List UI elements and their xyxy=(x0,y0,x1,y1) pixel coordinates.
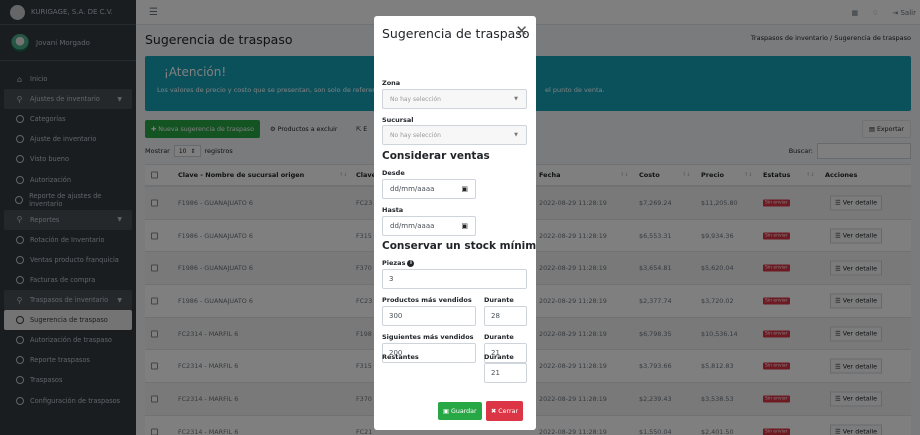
cancel-button[interactable]: ✖ Cerrar xyxy=(486,401,524,421)
caret-down-icon: ▼ xyxy=(514,96,518,102)
hasta-date-input[interactable]: dd/mm/aaaa ▣ xyxy=(382,216,476,236)
modal-title: Sugerencia de traspaso xyxy=(382,26,530,41)
hasta-label: Hasta xyxy=(382,206,404,214)
calendar-icon[interactable]: ▣ xyxy=(461,222,468,230)
hasta-placeholder: dd/mm/aaaa xyxy=(390,222,435,230)
zona-select[interactable]: No hay selección ▼ xyxy=(382,89,527,109)
cancel-label: Cerrar xyxy=(498,407,519,415)
durante-label: Durante xyxy=(484,333,514,341)
piezas-label-text: Piezas xyxy=(382,259,406,267)
durante-value-1: 28 xyxy=(491,312,500,320)
save-label: Guardar xyxy=(450,407,477,415)
save-icon: ▣ xyxy=(443,407,449,415)
close-icon[interactable]: ✕ xyxy=(515,22,528,40)
desde-label: Desde xyxy=(382,169,405,177)
durante-value-3: 21 xyxy=(491,369,500,377)
next-sellers-label: Siguientes más vendidos xyxy=(382,333,474,341)
caret-down-icon: ▼ xyxy=(514,132,518,138)
sucursal-select[interactable]: No hay selección ▼ xyxy=(382,125,527,145)
close-icon: ✖ xyxy=(491,407,497,415)
remaining-label: Restantes xyxy=(382,353,419,361)
calendar-icon[interactable]: ▣ xyxy=(461,185,468,193)
zona-label: Zona xyxy=(382,79,401,87)
top-sellers-label: Productos más vendidos xyxy=(382,296,472,304)
durante-input-3[interactable]: 21 xyxy=(484,363,527,383)
piezas-value: 3 xyxy=(389,275,394,283)
suggestion-modal: Sugerencia de traspaso ✕ Zona No hay sel… xyxy=(374,16,536,430)
desde-date-input[interactable]: dd/mm/aaaa ▣ xyxy=(382,179,476,199)
durante-input-1[interactable]: 28 xyxy=(484,306,527,326)
stock-heading: Conservar un stock mínimo de xyxy=(382,240,536,252)
sucursal-placeholder: No hay selección xyxy=(390,131,441,139)
sucursal-label: Sucursal xyxy=(382,116,414,124)
save-button[interactable]: ▣ Guardar xyxy=(438,402,482,420)
top-sellers-input[interactable]: 300 xyxy=(382,306,476,326)
sales-heading: Considerar ventas xyxy=(382,150,490,162)
piezas-input[interactable]: 3 xyxy=(382,269,527,289)
top-sellers-value: 300 xyxy=(389,312,403,320)
piezas-label: Piezas i xyxy=(382,259,415,267)
durante-label: Durante xyxy=(484,296,514,304)
info-icon[interactable]: i xyxy=(407,259,415,267)
zona-placeholder: No hay selección xyxy=(390,95,441,103)
durante-label: Durante xyxy=(484,353,514,361)
desde-placeholder: dd/mm/aaaa xyxy=(390,185,435,193)
